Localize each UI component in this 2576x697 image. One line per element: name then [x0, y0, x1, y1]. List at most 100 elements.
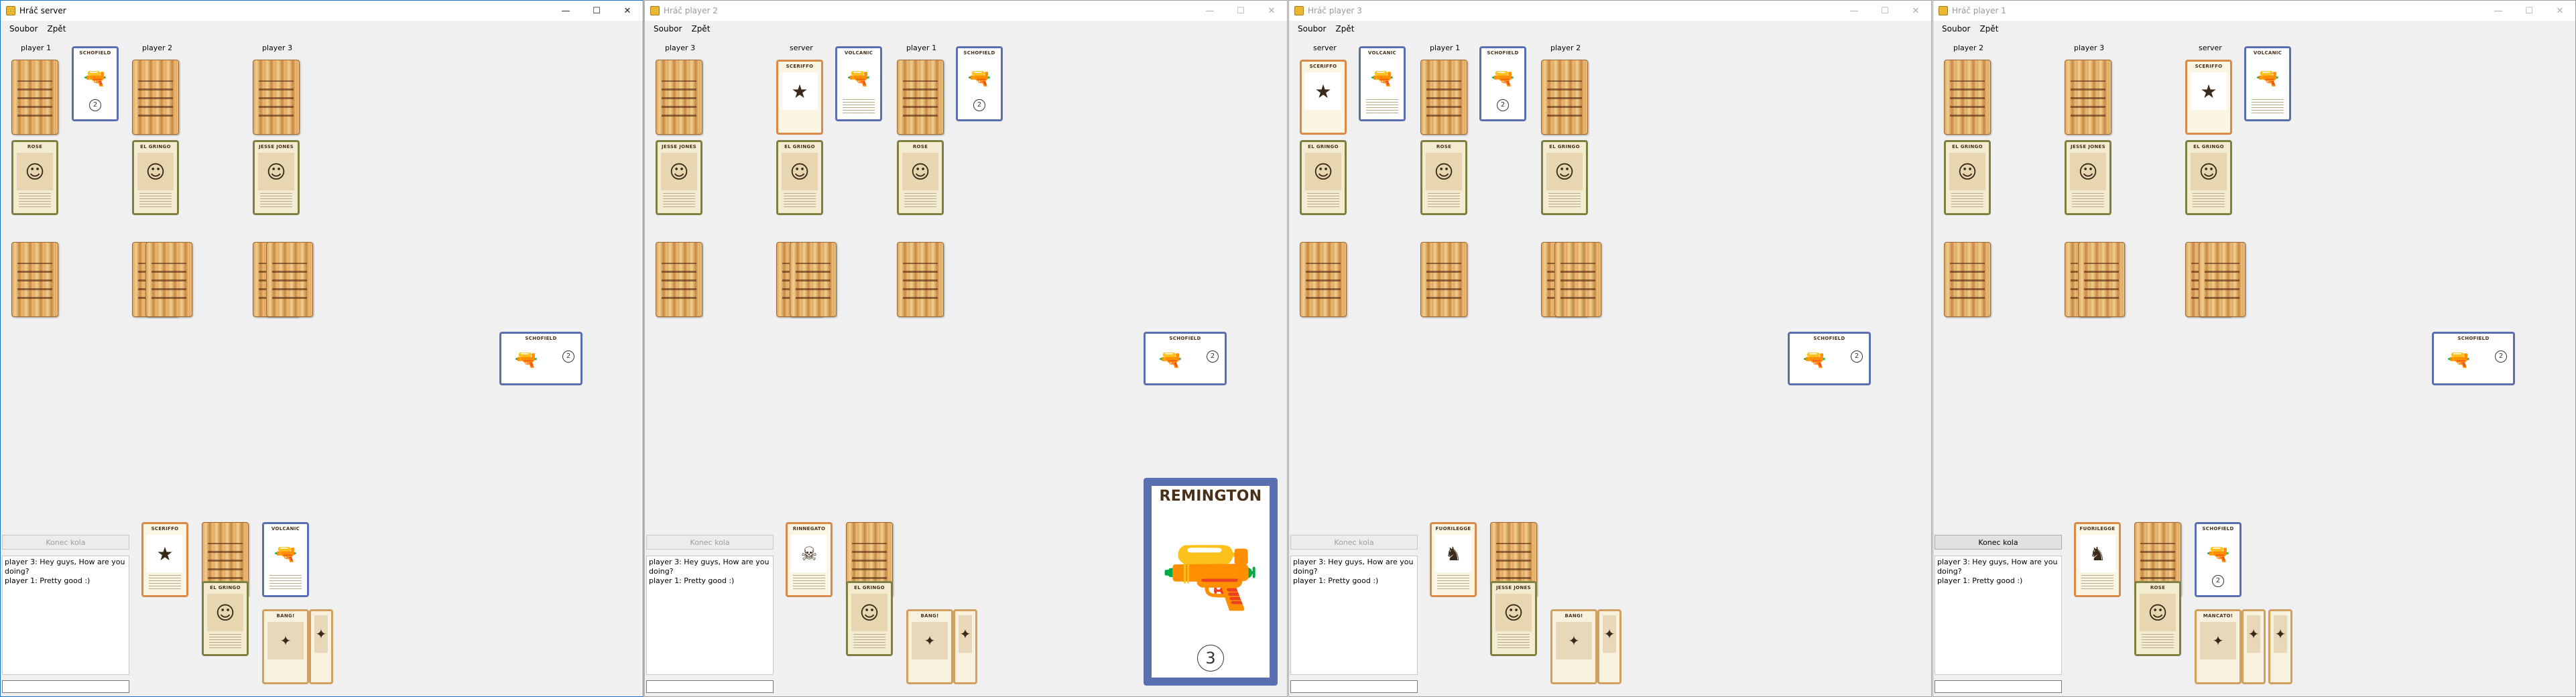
- hand-card-partial[interactable]: ✦: [1597, 609, 1621, 684]
- role-card-sceriffo[interactable]: SCERIFFO ★: [776, 60, 823, 135]
- end-turn-button[interactable]: Konec kola: [646, 535, 774, 550]
- own-weapon-card-schofield[interactable]: SCHOFIELD 🔫 2: [2195, 522, 2242, 597]
- menu-bar: Soubor Zpět: [645, 21, 1287, 37]
- minimize-button[interactable]: —: [1194, 1, 1225, 21]
- card-title: JESSE JONES: [662, 144, 696, 149]
- hand-card-bang[interactable]: BANG! ✦: [906, 609, 953, 684]
- character-card-jesse-jones[interactable]: JESSE JONES ☺: [253, 140, 300, 215]
- weapon-card-schofield[interactable]: SCHOFIELD 🔫 2: [956, 46, 1003, 121]
- app-icon: [650, 6, 660, 15]
- character-card-el-gringo[interactable]: EL GRINGO ☺: [132, 140, 179, 215]
- hand-card-back: [145, 242, 192, 317]
- character-card-el-gringo[interactable]: EL GRINGO ☺: [1300, 140, 1347, 215]
- chat-input[interactable]: [1290, 680, 1418, 693]
- end-turn-button[interactable]: Konec kola: [1290, 535, 1418, 550]
- own-weapon-card-volcanic[interactable]: VOLCANIC 🔫: [262, 522, 309, 597]
- character-card-el-gringo[interactable]: EL GRINGO ☺: [2185, 140, 2232, 215]
- card-title: EL GRINGO: [1549, 144, 1580, 149]
- gunfight-icon: ✦: [2200, 622, 2236, 659]
- hand-card-partial[interactable]: ✦: [309, 609, 333, 684]
- card-title: BANG!: [1565, 613, 1583, 619]
- weapon-card-schofield[interactable]: SCHOFIELD 🔫 2: [72, 46, 119, 121]
- menu-file[interactable]: Soubor: [5, 24, 42, 34]
- window-title: Hráč server: [19, 6, 66, 15]
- minimize-button[interactable]: —: [1839, 1, 1869, 21]
- zoomed-card-remington[interactable]: REMINGTON 🔫 3: [1144, 478, 1278, 686]
- portrait-icon: ☺: [2140, 594, 2176, 631]
- own-role-card-rinnegato[interactable]: RINNEGATO ☠: [786, 522, 833, 597]
- hand-card-back: [1420, 242, 1467, 317]
- character-card-rose-doolan[interactable]: ROSE DOOLAN ☺: [11, 140, 58, 215]
- character-card-jesse-jones[interactable]: JESSE JONES ☺: [2065, 140, 2111, 215]
- card-title: SCHOFIELD: [2457, 336, 2490, 341]
- minimize-button[interactable]: —: [2483, 1, 2514, 21]
- discard-pile-schofield[interactable]: SCHOFIELD 🔫 2: [1788, 332, 1871, 385]
- card-title: VOLCANIC: [1367, 50, 1397, 56]
- own-role-card-sceriffo[interactable]: SCERIFFO ★: [141, 522, 188, 597]
- chat-input[interactable]: [1935, 680, 2062, 693]
- maximize-button[interactable]: ☐: [2514, 1, 2544, 21]
- hand-card-partial[interactable]: ✦: [2268, 609, 2292, 684]
- menu-back[interactable]: Zpět: [686, 24, 715, 34]
- hand-card-bang[interactable]: BANG! ✦: [1550, 609, 1597, 684]
- card-title: BANG!: [920, 613, 939, 619]
- close-button[interactable]: ✕: [2544, 1, 2575, 21]
- weapon-card-volcanic[interactable]: VOLCANIC 🔫: [2244, 46, 2291, 121]
- own-role-card-fuorilegge[interactable]: FUORILEGGE ♞: [2074, 522, 2121, 597]
- opponent-label: player 3: [2074, 44, 2105, 52]
- range-badge: 3: [1197, 645, 1224, 672]
- discard-pile-schofield[interactable]: SCHOFIELD 🔫 2: [1144, 332, 1227, 385]
- character-card-el-gringo[interactable]: EL GRINGO ☺: [1541, 140, 1588, 215]
- weapon-card-volcanic[interactable]: VOLCANIC 🔫: [835, 46, 882, 121]
- maximize-button[interactable]: ☐: [1869, 1, 1900, 21]
- revolver-icon: 🔫: [267, 535, 304, 572]
- menu-back[interactable]: Zpět: [1975, 24, 2003, 34]
- own-role-card-fuorilegge[interactable]: FUORILEGGE ♞: [1430, 522, 1477, 597]
- portrait-icon: ☺: [258, 153, 294, 190]
- end-turn-button[interactable]: Konec kola: [1935, 535, 2062, 550]
- card-text: [1951, 192, 1983, 207]
- close-button[interactable]: ✕: [612, 1, 643, 21]
- minimize-button[interactable]: —: [550, 1, 581, 21]
- card-text: [2252, 99, 2284, 113]
- discard-pile-schofield[interactable]: SCHOFIELD 🔫 2: [499, 332, 582, 385]
- hand-card-bang[interactable]: BANG! ✦: [262, 609, 309, 684]
- chat-input[interactable]: [2, 680, 129, 693]
- revolver-icon: 🔫: [2437, 344, 2480, 374]
- own-character-card-el-gringo[interactable]: EL GRINGO ☺: [846, 581, 893, 656]
- hand-card-partial[interactable]: ✦: [953, 609, 977, 684]
- portrait-icon: ☺: [2191, 153, 2227, 190]
- menu-back[interactable]: Zpět: [42, 24, 70, 34]
- weapon-card-schofield[interactable]: SCHOFIELD 🔫 2: [1479, 46, 1526, 121]
- close-button[interactable]: ✕: [1256, 1, 1287, 21]
- own-character-card-rose-doolan[interactable]: ROSE DOOLAN ☺: [2134, 581, 2181, 656]
- maximize-button[interactable]: ☐: [1225, 1, 1256, 21]
- character-card-el-gringo[interactable]: EL GRINGO ☺: [776, 140, 823, 215]
- opponent-label: player 2: [1953, 44, 1984, 52]
- end-turn-button[interactable]: Konec kola: [2, 535, 129, 550]
- hand-card-partial[interactable]: ✦: [2242, 609, 2266, 684]
- portrait-icon: ☺: [851, 594, 887, 631]
- close-button[interactable]: ✕: [1900, 1, 1931, 21]
- discard-pile-schofield[interactable]: SCHOFIELD 🔫 2: [2432, 332, 2515, 385]
- chat-message: player 1: Pretty good :): [1937, 576, 2023, 585]
- portrait-icon: ☺: [1305, 153, 1341, 190]
- character-card-el-gringo[interactable]: EL GRINGO ☺: [1944, 140, 1991, 215]
- menu-file[interactable]: Soubor: [649, 24, 686, 34]
- role-card-sceriffo[interactable]: SCERIFFO ★: [2185, 60, 2232, 135]
- own-character-card-jesse-jones[interactable]: JESSE JONES ☺: [1490, 581, 1537, 656]
- character-card-rose-doolan[interactable]: ROSE DOOLAN ☺: [1420, 140, 1467, 215]
- character-card-rose-doolan[interactable]: ROSE DOOLAN ☺: [897, 140, 944, 215]
- weapon-card-volcanic[interactable]: VOLCANIC 🔫: [1359, 46, 1406, 121]
- revolver-icon: 🔫: [1793, 344, 1836, 374]
- role-card-sceriffo[interactable]: SCERIFFO ★: [1300, 60, 1347, 135]
- chat-input[interactable]: [646, 680, 774, 693]
- own-character-card-el-gringo[interactable]: EL GRINGO ☺: [202, 581, 249, 656]
- menu-file[interactable]: Soubor: [1293, 24, 1331, 34]
- menu-back[interactable]: Zpět: [1331, 24, 1359, 34]
- menu-file[interactable]: Soubor: [1937, 24, 1975, 34]
- card-title: JESSE JONES: [1496, 585, 1531, 590]
- hand-card-mancato[interactable]: MANCATO! ✦: [2195, 609, 2242, 684]
- maximize-button[interactable]: ☐: [581, 1, 612, 21]
- character-card-jesse-jones[interactable]: JESSE JONES ☺: [656, 140, 702, 215]
